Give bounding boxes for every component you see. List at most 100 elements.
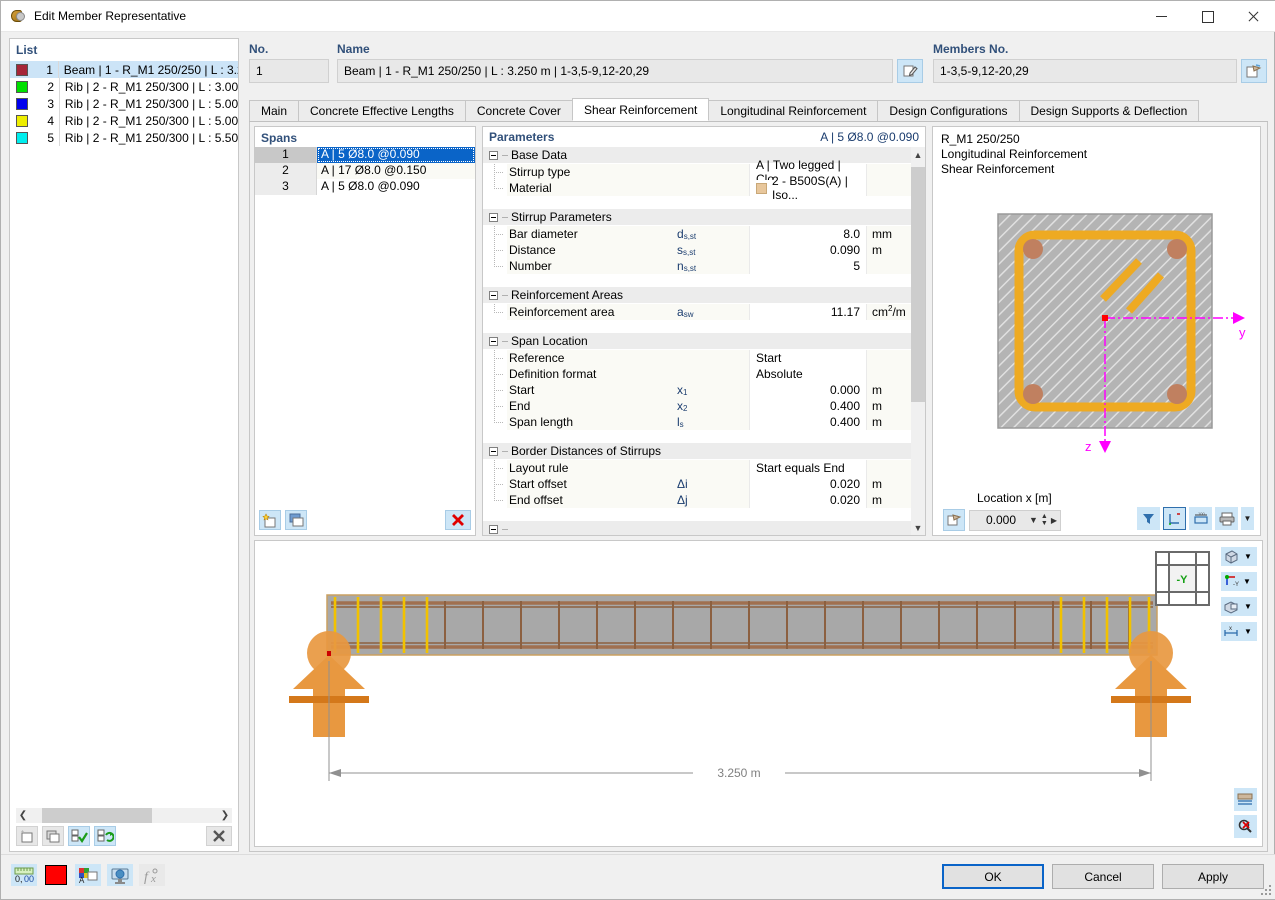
list-item[interactable]: 4 Rib | 2 - R_M1 250/300 | L : 5.000 m | [10,112,238,129]
delete-span-button[interactable] [445,510,471,530]
param-row-start-offset[interactable]: Start offset Δi 0.020 m [483,476,911,492]
param-value[interactable]: 8.0 [749,226,867,242]
parameters-scrollbar[interactable]: ▲ ▼ [911,147,925,535]
tab-main[interactable]: Main [249,100,300,121]
no-input[interactable]: 1 [249,59,329,83]
scroll-right-icon[interactable]: ❯ [218,810,232,821]
tab-concrete-cover[interactable]: Concrete Cover [464,100,573,121]
view-orientation-cube[interactable]: -Y [1155,551,1210,606]
collapse-icon[interactable] [489,290,498,300]
scroll-left-icon[interactable]: ❮ [16,810,30,821]
member-list[interactable]: 1 Beam | 1 - R_M1 250/250 | L : 3.250 m … [10,61,238,803]
members-input[interactable]: 1-3,5-9,12-20,29 [933,59,1237,83]
param-row-layout-rule[interactable]: Layout rule Start equals End [483,460,911,476]
chevron-down-icon[interactable]: ▼ [1029,515,1038,525]
tab-shear-reinforcement[interactable]: Shear Reinforcement [571,98,710,121]
delete-item-button[interactable] [206,826,232,846]
param-value[interactable]: 0.000 [749,382,867,398]
dimension-view-button[interactable]: x ▼ [1221,622,1257,641]
new-span-button[interactable] [259,510,281,530]
beam-3d-view[interactable]: 3.250 m -Y ▼ -Y ▼ ▼ x ▼ [254,540,1263,847]
spans-table[interactable]: 1 A | 5 Ø8.0 @0.090 2 A | 17 Ø8.0 @0.150… [255,147,475,505]
tab-design-configurations[interactable]: Design Configurations [877,100,1020,121]
section-settings-button[interactable] [943,509,965,531]
parameters-tree[interactable]: Base Data Stirrup type A | Two legged | … [483,147,911,535]
param-row-material[interactable]: Material 2 - B500S(A) | Iso... [483,174,911,202]
list-item[interactable]: 1 Beam | 1 - R_M1 250/250 | L : 3.250 m … [10,61,238,78]
dimensions-button[interactable]: 100 [1189,507,1212,530]
scrollbar-thumb[interactable] [911,167,925,402]
param-value[interactable]: Start [749,350,867,366]
collapse-icon[interactable] [489,212,498,222]
members-pick-button[interactable] [1241,59,1267,83]
formula-button[interactable]: fx [139,864,165,886]
beam-graphic[interactable]: 3.250 m [255,541,1263,845]
param-group-span-location[interactable]: Span Location [483,333,911,350]
param-group-border-distances[interactable]: Border Distances of Stirrups [483,443,911,460]
chevron-down-icon[interactable]: ▼ [1244,602,1252,611]
name-edit-button[interactable] [897,59,923,83]
list-horizontal-scrollbar[interactable]: ❮ ❯ [16,808,232,823]
param-value[interactable]: 0.400 [749,398,867,414]
collapse-icon[interactable] [489,336,498,346]
display-properties-button[interactable]: A [75,864,101,886]
param-value[interactable]: 5 [749,258,867,274]
table-row[interactable]: 2 A | 17 Ø8.0 @0.150 [255,163,475,179]
apply-button[interactable]: Apply [1162,864,1264,889]
param-row-number[interactable]: Number n s,st 5 [483,258,911,274]
print-dropdown-button[interactable]: ▼ [1241,507,1254,530]
print-graphic-button[interactable] [1234,788,1257,811]
tab-longitudinal-reinforcement[interactable]: Longitudinal Reinforcement [708,100,879,121]
minimize-button[interactable] [1138,1,1184,32]
invert-selection-button[interactable] [94,826,116,846]
tab-concrete-effective-lengths[interactable]: Concrete Effective Lengths [298,100,466,121]
param-row-end-offset[interactable]: End offset Δj 0.020 m [483,492,911,508]
scroll-up-icon[interactable]: ▲ [911,147,925,162]
param-row-start[interactable]: Start x1 0.000 m [483,382,911,398]
chevron-down-icon[interactable]: ▼ [1244,552,1252,561]
resize-grip[interactable] [1261,885,1273,897]
list-item[interactable]: 5 Rib | 2 - R_M1 250/300 | L : 5.500 m | [10,129,238,146]
copy-span-button[interactable] [285,510,307,530]
collapse-icon[interactable] [489,524,498,534]
param-value[interactable]: Start equals End [749,460,867,476]
zoom-reset-button[interactable] [1234,815,1257,838]
new-item-button[interactable] [16,826,38,846]
color-button[interactable] [43,864,69,886]
axes-display-button[interactable] [1163,507,1186,530]
coordinate-system-button[interactable]: -Y ▼ [1221,572,1257,591]
param-value[interactable]: 2 - B500S(A) | Iso... [749,174,867,202]
param-group-stirrup-parameters[interactable]: Stirrup Parameters [483,209,911,226]
graphic-view-button[interactable] [107,864,133,886]
param-row-end[interactable]: End x2 0.400 m [483,398,911,414]
table-row[interactable]: 3 A | 5 Ø8.0 @0.090 [255,179,475,195]
param-group-reinforcement-areas[interactable]: Reinforcement Areas [483,287,911,304]
scrollbar-thumb[interactable] [42,808,152,823]
section-view-button[interactable]: ▼ [1221,597,1257,616]
cross-section-graphic[interactable]: y z [933,189,1262,479]
param-row-reinforcement-area[interactable]: Reinforcement area a sw 11.17 cm 2/m [483,304,911,320]
copy-item-button[interactable] [42,826,64,846]
param-row-span-length[interactable]: Span length ls 0.400 m [483,414,911,430]
cancel-button[interactable]: Cancel [1052,864,1154,889]
spinner-next-icon[interactable]: ▶ [1051,516,1057,525]
param-row-bar-diameter[interactable]: Bar diameter d s,st 8.0 mm [483,226,911,242]
ok-button[interactable]: OK [942,864,1044,889]
param-value[interactable]: 0.090 [749,242,867,258]
collapse-icon[interactable] [489,150,498,160]
param-group-partial[interactable] [483,521,911,535]
param-row-definition-format[interactable]: Definition format Absolute [483,366,911,382]
spinner-arrows[interactable]: ▲ ▼ [1041,513,1048,527]
maximize-button[interactable] [1184,1,1230,32]
filter-button[interactable] [1137,507,1160,530]
param-value[interactable]: 0.020 [749,476,867,492]
close-button[interactable] [1230,1,1275,32]
chevron-down-icon[interactable]: ▼ [1243,577,1251,586]
tab-design-supports-deflection[interactable]: Design Supports & Deflection [1018,100,1200,121]
print-button[interactable] [1215,507,1238,530]
param-row-reference[interactable]: Reference Start [483,350,911,366]
decimal-places-button[interactable]: 0, 00 [11,864,37,886]
param-value[interactable]: 0.020 [749,492,867,508]
list-item[interactable]: 2 Rib | 2 - R_M1 250/300 | L : 3.000 m | [10,78,238,95]
scroll-down-icon[interactable]: ▼ [911,520,925,535]
